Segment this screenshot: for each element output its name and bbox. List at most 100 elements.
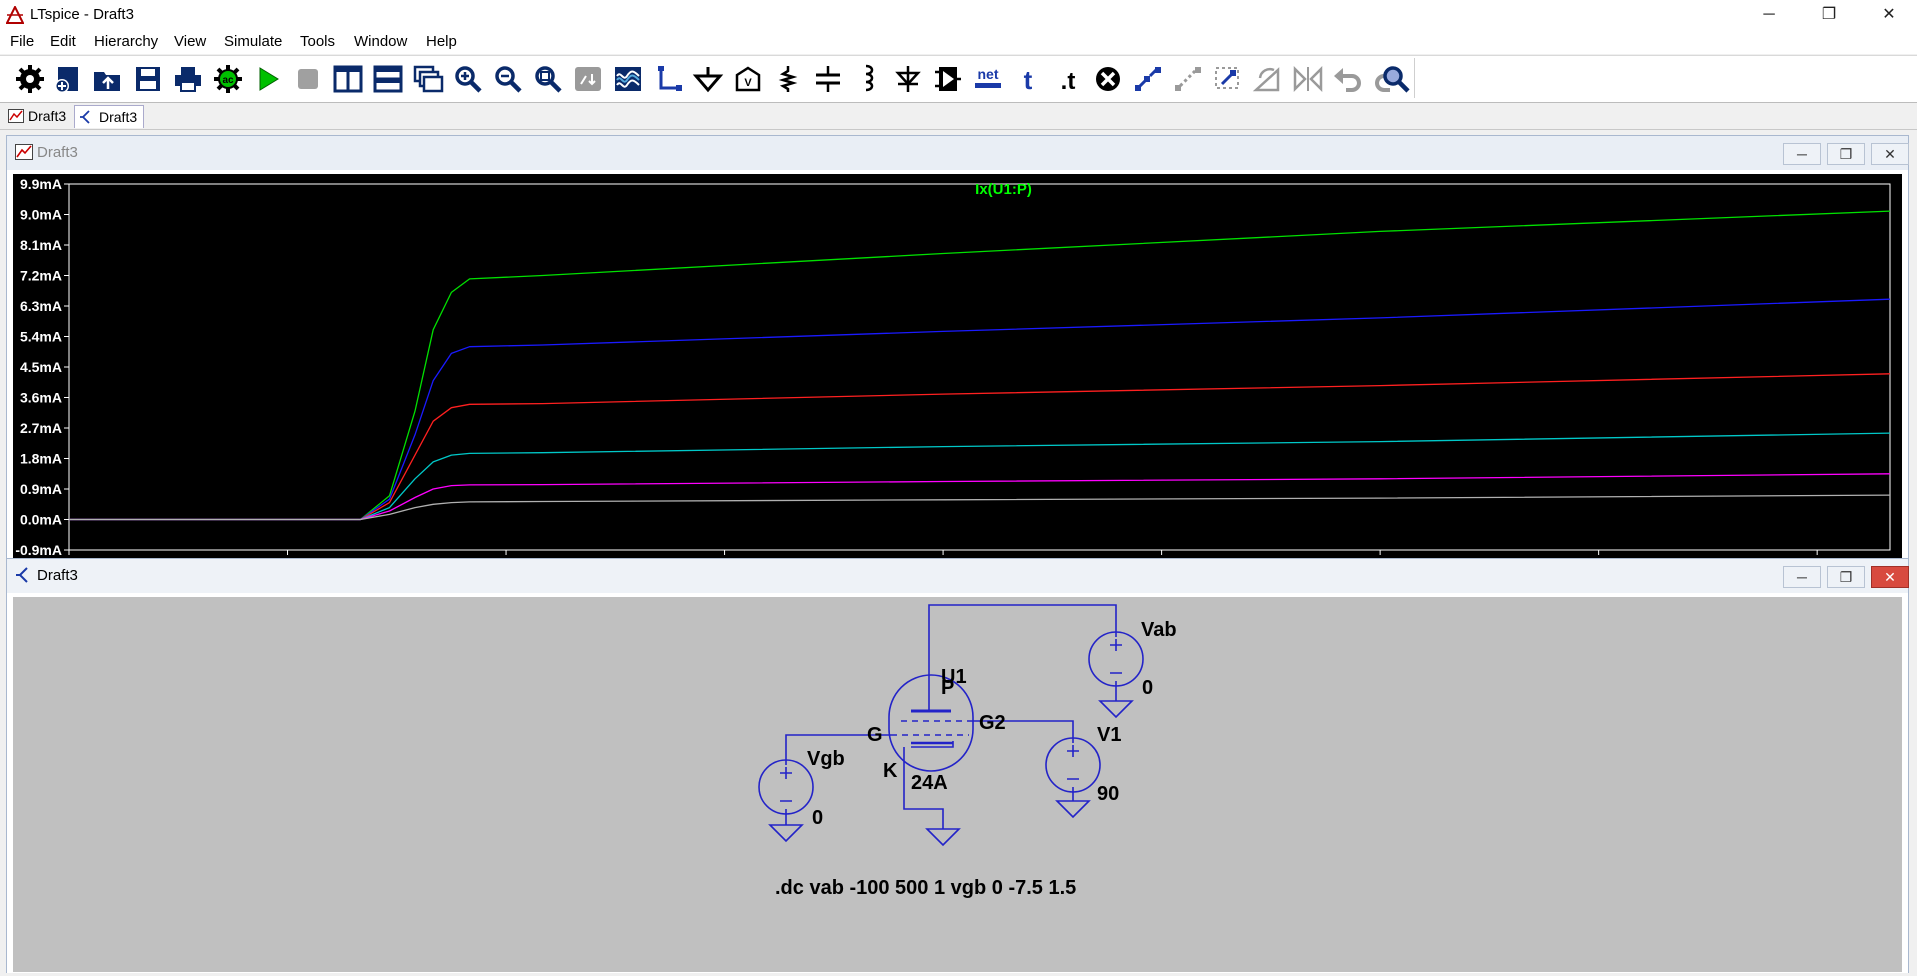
y-tick-label: 9.0mA [20,207,62,223]
close-button[interactable]: ✕ [1866,0,1912,30]
trace-name-label[interactable]: Ix(U1:P) [975,181,1032,198]
zoom-out-icon[interactable] [492,64,524,94]
y-tick-label: 5.4mA [20,329,62,345]
traces [69,210,1891,521]
tube-model-label[interactable]: 24A [911,772,948,794]
ac-analysis-icon[interactable]: ac [212,64,244,94]
toolbar-panel: ac V net t .t [6,58,1415,98]
delete-icon[interactable] [1092,64,1124,94]
diode-icon[interactable] [892,64,924,94]
vab-ground-icon [1098,700,1134,719]
save-icon[interactable] [132,64,164,94]
v1-source-symbol[interactable] [1045,737,1101,793]
ground-icon[interactable] [692,64,724,94]
schematic-minimize-button[interactable]: ─ [1783,566,1821,588]
label-icon[interactable]: V [732,64,764,94]
v1-value[interactable]: 90 [1097,783,1119,805]
menu-tools[interactable]: Tools [300,33,335,50]
menu-window[interactable]: Window [354,33,407,50]
pin-g2-label: G2 [979,712,1006,734]
tile-vertical-icon[interactable] [332,64,364,94]
waveform-icon [15,144,33,160]
minimize-button[interactable]: ─ [1746,0,1792,30]
wire-plate-vab[interactable] [928,604,1117,711]
menu-view[interactable]: View [174,33,206,50]
svg-text:.t: .t [1061,68,1076,94]
y-tick-label: -0.9mA [15,542,62,558]
waveform-icon [8,109,24,123]
tab-schematic-draft3[interactable]: Draft3 [74,105,145,128]
y-tick-label: 7.2mA [20,268,62,284]
zoom-fit-icon[interactable] [532,64,564,94]
svg-text:net: net [978,66,999,82]
zoom-in-icon[interactable] [452,64,484,94]
vgb-source-symbol[interactable] [758,759,814,815]
halt-icon[interactable] [292,64,324,94]
tube-24a-symbol[interactable] [888,674,974,772]
schematic-restore-button[interactable]: ❐ [1827,566,1865,588]
wire-icon[interactable] [652,64,684,94]
vab-label[interactable]: Vab [1141,619,1177,641]
inductor-icon[interactable] [852,64,884,94]
spice-directive-net-icon[interactable]: net [972,64,1004,94]
vgb-label[interactable]: Vgb [807,748,845,770]
menu-edit[interactable]: Edit [50,33,76,50]
print-icon[interactable] [172,64,204,94]
tile-horizontal-icon[interactable] [372,64,404,94]
wires [785,604,1117,829]
menu-file[interactable]: File [10,33,34,50]
menu-help[interactable]: Help [426,33,457,50]
waveform-plot[interactable]: 9.9mA 9.0mA 8.1mA 7.2mA 6.3mA 5.4mA 4.5mA 3.6mA… [13,174,1902,572]
trace-line-1 [69,210,1891,521]
capacitor-icon[interactable] [812,64,844,94]
resistor-icon[interactable] [772,64,804,94]
autorange-icon[interactable] [572,64,604,94]
cathode-ground-icon [925,828,961,847]
new-schematic-icon[interactable] [52,64,84,94]
vgb-value[interactable]: 0 [812,807,823,829]
plot-frame [68,183,1891,551]
spice-directive-icon[interactable]: .t [1052,64,1084,94]
schematic-canvas[interactable]: Vab 0 U1 P G G2 K 24A Vgb 0 V1 90 .dc va… [13,597,1902,972]
ltspice-logo-icon [6,6,24,24]
y-tick-label: 3.6mA [20,390,62,406]
y-tick-label: 1.8mA [20,451,62,467]
waveform-minimize-button[interactable]: ─ [1783,143,1821,165]
open-icon[interactable] [92,64,124,94]
cascade-icon[interactable] [412,64,444,94]
text-icon[interactable]: t [1012,64,1044,94]
undo-icon[interactable] [1332,64,1364,94]
tab-label: Draft3 [99,109,138,125]
y-tick-label: 0.9mA [20,481,62,497]
waveform-close-button[interactable]: ✕ [1871,143,1909,165]
rotate-icon[interactable] [1252,64,1284,94]
svg-text:ac: ac [222,75,234,86]
tab-waveform-draft3[interactable]: Draft3 [4,105,72,127]
schematic-close-button[interactable]: ✕ [1871,566,1909,588]
component-icon[interactable] [932,64,964,94]
v1-label[interactable]: V1 [1097,724,1121,746]
y-tick-label: 2.7mA [20,420,62,436]
run-icon[interactable] [252,64,284,94]
schematic-icon [16,567,28,583]
v1-ground-icon [1055,800,1091,819]
menu-simulate[interactable]: Simulate [224,33,282,50]
tab-label: Draft3 [28,108,67,124]
schematic-window: Draft3 ─ ❐ ✕ Vab 0 U1 P G G2 K 24A Vgb 0… [6,558,1909,973]
y-tick-label: 4.5mA [20,359,62,375]
menu-hierarchy[interactable]: Hierarchy [94,33,158,50]
drag-icon[interactable] [1212,64,1244,94]
waveform-restore-button[interactable]: ❐ [1827,143,1865,165]
duplicate-icon[interactable] [1132,64,1164,94]
vab-value[interactable]: 0 [1142,677,1153,699]
vab-source-symbol[interactable] [1088,631,1144,687]
fft-icon[interactable] [612,64,644,94]
find-icon[interactable] [1380,64,1412,94]
mirror-icon[interactable] [1292,64,1324,94]
settings-icon[interactable] [14,64,46,94]
maximize-button[interactable]: ❐ [1806,0,1852,30]
schematic-drawing: Vab 0 U1 P G G2 K 24A Vgb 0 V1 90 .dc va… [758,604,1177,899]
svg-text:V: V [744,77,752,89]
move-icon[interactable] [1172,64,1204,94]
spice-directive-text[interactable]: .dc vab -100 500 1 vgb 0 -7.5 1.5 [775,877,1076,899]
